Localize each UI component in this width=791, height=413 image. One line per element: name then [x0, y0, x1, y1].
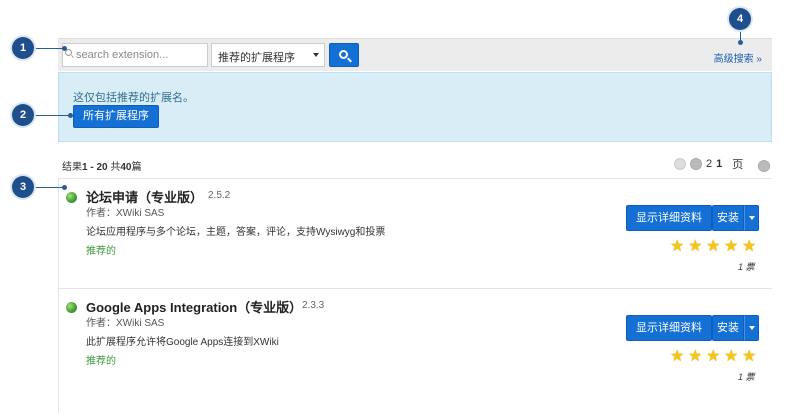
callout-4: 4	[729, 8, 751, 30]
callout-1-line	[34, 46, 67, 51]
show-details-button[interactable]: 显示详细资料	[626, 205, 712, 231]
star-icon: ★	[742, 238, 757, 255]
callout-3-line	[34, 185, 67, 190]
next-page-icon[interactable]	[758, 160, 770, 172]
extension-description: 此扩展程序允许将Google Apps连接到XWiki	[86, 337, 279, 348]
search-icon	[339, 50, 348, 59]
star-icon: ★	[688, 348, 703, 365]
globe-icon	[66, 302, 77, 313]
extension-version: 2.5.2	[208, 190, 231, 201]
pagination: 2 1 页	[674, 156, 743, 172]
prev-page-icon[interactable]	[690, 158, 702, 170]
extension-item: 论坛申请（专业版） 2.5.2 作者：XWiki SAS 论坛应用程序与多个论坛…	[58, 178, 772, 288]
install-button[interactable]: 安装	[712, 315, 744, 341]
recommended-label: 推荐的	[86, 356, 116, 367]
recommended-info-box: 这仅包括推荐的扩展名。 所有扩展程序	[58, 72, 772, 142]
first-page-icon[interactable]	[674, 158, 686, 170]
vote-count: 1 票	[738, 372, 755, 382]
extension-item: Google Apps Integration（专业版） 2.3.3 作者：XW…	[58, 288, 772, 398]
recommended-label: 推荐的	[86, 246, 116, 257]
page-label: 页	[732, 159, 744, 171]
star-icon: ★	[688, 238, 703, 255]
current-page: 1	[716, 158, 723, 170]
star-icon: ★	[724, 348, 739, 365]
star-icon: ★	[724, 238, 739, 255]
info-text: 这仅包括推荐的扩展名。	[73, 92, 194, 104]
all-extensions-button[interactable]: 所有扩展程序	[73, 105, 159, 128]
extension-description: 论坛应用程序与多个论坛，主题，答案，评论，支持Wysiwyg和投票	[86, 227, 386, 238]
extension-author: 作者：XWiki SAS	[86, 318, 165, 329]
star-icon: ★	[742, 348, 757, 365]
extension-filter-select[interactable]: 推荐的扩展程序	[211, 43, 325, 67]
globe-icon	[66, 192, 77, 203]
callout-2-line	[34, 113, 73, 118]
star-icon: ★	[706, 348, 721, 365]
rating-stars: ★ ★ ★ ★ ★	[670, 238, 757, 255]
install-options-toggle[interactable]	[744, 315, 759, 341]
search-toolbar: 推荐的扩展程序 高级搜索 »	[58, 38, 772, 71]
results-summary: 结果1 - 20 共40篇	[62, 162, 142, 173]
rating-stars: ★ ★ ★ ★ ★	[670, 348, 757, 365]
search-input[interactable]	[62, 43, 208, 67]
extension-author: 作者：XWiki SAS	[86, 208, 165, 219]
callout-1: 1	[12, 37, 34, 59]
page-link[interactable]: 2	[706, 158, 712, 170]
callout-3: 3	[12, 176, 34, 198]
install-options-toggle[interactable]	[744, 205, 759, 231]
callout-4-line	[738, 30, 743, 45]
chevron-down-icon	[313, 53, 319, 57]
install-button[interactable]: 安装	[712, 205, 744, 231]
star-icon: ★	[670, 348, 685, 365]
extension-filter-value: 推荐的扩展程序	[218, 52, 295, 64]
star-icon: ★	[670, 238, 685, 255]
advanced-search-link[interactable]: 高级搜索 »	[714, 50, 762, 65]
extension-version: 2.3.3	[302, 300, 325, 311]
star-icon: ★	[706, 238, 721, 255]
show-details-button[interactable]: 显示详细资料	[626, 315, 712, 341]
callout-2: 2	[12, 104, 34, 126]
vote-count: 1 票	[738, 262, 755, 272]
search-button[interactable]	[329, 43, 359, 67]
